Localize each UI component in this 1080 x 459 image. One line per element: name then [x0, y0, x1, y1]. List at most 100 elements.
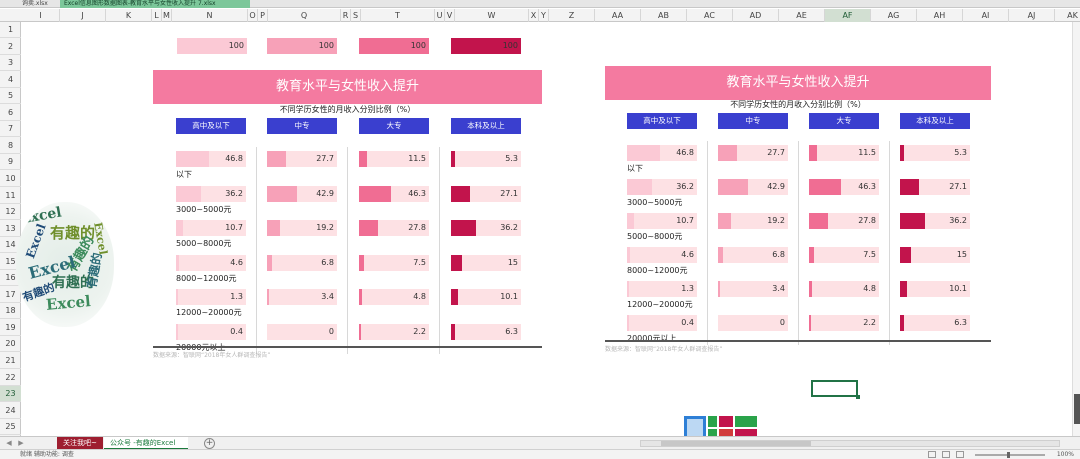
column-header[interactable]: AB: [641, 9, 687, 22]
row-header[interactable]: 8: [0, 138, 21, 154]
row-header[interactable]: 17: [0, 287, 21, 303]
column-header[interactable]: U: [435, 9, 445, 22]
bar-fill: [176, 151, 209, 167]
column-header[interactable]: J: [60, 9, 106, 22]
column-header[interactable]: O: [248, 9, 258, 22]
row-header[interactable]: 24: [0, 403, 21, 419]
column-header[interactable]: AI: [963, 9, 1009, 22]
column-header[interactable]: AA: [595, 9, 641, 22]
row-header[interactable]: 23: [0, 386, 21, 403]
bar-fill: [176, 220, 184, 236]
row-header[interactable]: 19: [0, 320, 21, 336]
row-header[interactable]: 18: [0, 303, 21, 320]
column-header[interactable]: K: [106, 9, 152, 22]
column-header[interactable]: N: [172, 9, 248, 22]
row-header[interactable]: 12: [0, 204, 21, 221]
bar-value-label: 11.5: [858, 148, 876, 157]
bar-cell: 11.5: [359, 151, 429, 167]
bar-value-label: 0: [779, 318, 785, 327]
column-header[interactable]: AG: [871, 9, 917, 22]
doc-tab-1[interactable]: 询卖.xlsx: [18, 0, 58, 8]
bar-cell: 3.4: [267, 289, 337, 305]
income-range-label: 20000元以上: [627, 334, 677, 343]
bar-fill: [359, 254, 365, 271]
bar-cell: 1.3: [627, 281, 697, 297]
bar-value-label: 6.3: [505, 326, 518, 336]
column-header[interactable]: Z: [549, 9, 595, 22]
document-tab-bar: 询卖.xlsx Excel信息图形数据图表-教育水平与女性收入提升 7.xlsx: [0, 0, 1080, 8]
zoom-knob[interactable]: [1007, 452, 1010, 458]
bar-value-label: 6.8: [772, 250, 785, 259]
column-header[interactable]: AC: [687, 9, 733, 22]
row-header[interactable]: 5: [0, 88, 21, 105]
vertical-scrollbar[interactable]: [1072, 22, 1080, 436]
page-break-icon[interactable]: [956, 451, 964, 458]
row-header[interactable]: 1: [0, 22, 21, 38]
column-category-header: 大专: [359, 118, 429, 134]
bar-fill: [627, 213, 635, 229]
horizontal-scroll-thumb[interactable]: [661, 441, 811, 446]
zoom-level[interactable]: 100%: [1057, 450, 1074, 459]
bar-fill: [359, 220, 379, 236]
bar-value-label: 0.4: [681, 318, 694, 327]
column-category-header: 大专: [809, 113, 879, 129]
panel-bottom-rule: [153, 346, 542, 348]
column-header-bar: I J K L M N O P Q R S T U V W X Y Z AA AB AC AD AE AF AG AH AI AJ AK: [0, 9, 1080, 22]
row-header[interactable]: 9: [0, 154, 21, 171]
row-header[interactable]: 22: [0, 370, 21, 386]
bar-cell: 10.1: [900, 281, 970, 297]
bar-value-label: 42.9: [316, 188, 334, 198]
bar-value-label: 42.9: [767, 182, 785, 191]
column-header[interactable]: AJ: [1009, 9, 1055, 22]
bar-fill: [718, 179, 749, 195]
column-header[interactable]: W: [455, 9, 529, 22]
bar-cell: 19.2: [718, 213, 788, 229]
column-header[interactable]: Q: [268, 9, 341, 22]
column-header[interactable]: S: [351, 9, 361, 22]
bar-fill: [359, 289, 363, 305]
zoom-slider[interactable]: [975, 452, 1045, 458]
horizontal-scrollbar[interactable]: [640, 440, 1060, 447]
bar-fill: [267, 254, 272, 271]
column-header[interactable]: AH: [917, 9, 963, 22]
normal-view-icon[interactable]: [928, 451, 936, 458]
bar-fill: [451, 289, 459, 305]
column-header[interactable]: P: [258, 9, 268, 22]
page-layout-icon[interactable]: [942, 451, 950, 458]
row-header[interactable]: 3: [0, 55, 21, 72]
column-header[interactable]: V: [445, 9, 455, 22]
column-header[interactable]: M: [162, 9, 172, 22]
row-header[interactable]: 20: [0, 336, 21, 353]
active-cell-cursor[interactable]: [811, 380, 860, 399]
row-header[interactable]: 4: [0, 72, 21, 88]
doc-tab-active[interactable]: Excel信息图形数据图表-教育水平与女性收入提升 7.xlsx: [60, 0, 250, 8]
row-header[interactable]: 11: [0, 188, 21, 204]
vertical-scroll-thumb[interactable]: [1074, 394, 1080, 424]
column-header[interactable]: AK: [1055, 9, 1080, 22]
bar-cell: 46.8: [176, 151, 246, 167]
row-header[interactable]: 21: [0, 353, 21, 369]
bar-value-label: 46.3: [858, 182, 876, 191]
column-header[interactable]: X: [529, 9, 539, 22]
row-header[interactable]: 10: [0, 171, 21, 187]
column-header[interactable]: Y: [539, 9, 549, 22]
column-header[interactable]: I: [22, 9, 60, 22]
income-range-label: 3000~5000元: [627, 198, 683, 207]
column-category-header: 高中及以下: [627, 113, 697, 129]
row-header[interactable]: 25: [0, 419, 21, 436]
column-header[interactable]: R: [341, 9, 351, 22]
column-header[interactable]: AF: [825, 9, 871, 22]
row-header[interactable]: 6: [0, 105, 21, 121]
column-header[interactable]: T: [361, 9, 435, 22]
bar-cell: 15: [900, 247, 970, 263]
column-header[interactable]: AD: [733, 9, 779, 22]
column-header[interactable]: L: [152, 9, 162, 22]
bar-value-label: 27.7: [316, 154, 334, 163]
row-header[interactable]: 7: [0, 121, 21, 138]
bar-cell: 46.8: [627, 145, 697, 161]
add-sheet-button[interactable]: +: [204, 438, 215, 449]
bar-fill: [176, 289, 178, 305]
row-header[interactable]: 2: [0, 39, 21, 55]
row-header[interactable]: 13: [0, 221, 21, 237]
column-header[interactable]: AE: [779, 9, 825, 22]
